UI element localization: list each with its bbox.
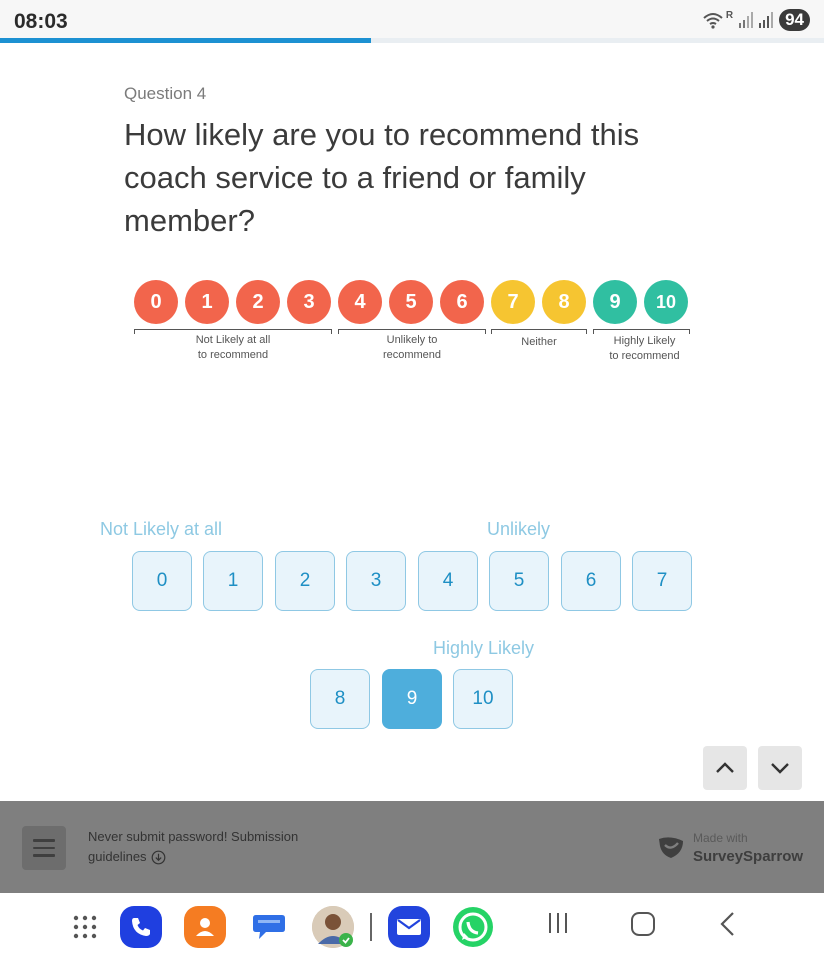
android-navigation-bar [0, 893, 824, 960]
wifi-icon [703, 13, 723, 29]
guidelines-line-2: guidelines [88, 849, 147, 864]
made-with-label: Made with [693, 831, 748, 845]
nps-group-label-not-likely: Not Likely at all to recommend [195, 334, 271, 361]
rating-option-7[interactable]: 7 [632, 551, 692, 611]
next-question-button[interactable] [758, 746, 802, 790]
scale-label-not-likely: Not Likely at all [100, 519, 223, 539]
nps-circle-10: 10 [644, 280, 688, 324]
rating-option-8[interactable]: 8 [310, 669, 370, 729]
guidelines-line-1: Never submit password! Submission [88, 829, 299, 844]
recents-icon [549, 913, 567, 933]
rating-option-0[interactable]: 0 [132, 551, 192, 611]
rating-option-4[interactable]: 4 [418, 551, 478, 611]
survey-footer: Never submit password! Submission guidel… [0, 801, 824, 893]
surveysparrow-logo-icon [659, 837, 683, 858]
nps-circle-8: 8 [542, 280, 586, 324]
scale-label-highly-likely: Highly Likely [433, 638, 535, 658]
dock-divider [370, 913, 372, 941]
signal-r-label: R [725, 9, 734, 21]
contacts-app-button[interactable] [184, 906, 226, 948]
email-icon [397, 919, 421, 935]
apps-grid-icon [73, 915, 97, 939]
nps-group-label-neither: Neither [521, 336, 557, 348]
home-icon [631, 912, 655, 936]
home-button[interactable] [630, 911, 656, 942]
signal-icon-2 [759, 12, 774, 28]
rating-option-1[interactable]: 1 [203, 551, 263, 611]
contact-avatar-button[interactable] [312, 906, 354, 948]
previous-question-button[interactable] [703, 746, 747, 790]
nps-bracket-neither [491, 329, 587, 334]
nps-scale-illustration: 0 1 2 3 4 5 6 7 8 9 10 Not Likely at all… [130, 278, 696, 370]
menu-button[interactable] [22, 826, 66, 870]
survey-progress-bar [0, 38, 824, 43]
rating-option-5[interactable]: 5 [489, 551, 549, 611]
nps-circle-0: 0 [134, 280, 178, 324]
nps-circle-5: 5 [389, 280, 433, 324]
recents-button[interactable] [546, 911, 570, 940]
submission-guidelines-note[interactable]: Never submit password! Submission guidel… [88, 827, 318, 867]
status-icons: R 94 [702, 9, 810, 31]
hamburger-icon [33, 839, 55, 842]
nps-circle-2: 2 [236, 280, 280, 324]
apps-grid-button[interactable] [64, 906, 106, 948]
clock: 08:03 [14, 10, 68, 33]
contact-avatar [312, 906, 354, 948]
rating-option-3[interactable]: 3 [346, 551, 406, 611]
chevron-down-icon [771, 763, 789, 774]
nps-circle-3: 3 [287, 280, 331, 324]
nps-circle-9: 9 [593, 280, 637, 324]
whatsapp-app-button[interactable] [452, 906, 494, 948]
contacts-icon [196, 918, 214, 936]
chevron-up-icon [716, 762, 734, 773]
back-button[interactable] [718, 911, 738, 942]
messages-app-button[interactable] [248, 906, 290, 948]
rating-option-2[interactable]: 2 [275, 551, 335, 611]
phone-app-button[interactable] [120, 906, 162, 948]
nps-circle-7: 7 [491, 280, 535, 324]
rating-option-6[interactable]: 6 [561, 551, 621, 611]
back-icon [720, 912, 734, 936]
email-app-button[interactable] [388, 906, 430, 948]
scale-label-unlikely: Unlikely [487, 519, 551, 539]
nps-circle-6: 6 [440, 280, 484, 324]
signal-icon-1 [739, 12, 754, 28]
nps-group-label-highly-likely: Highly Likely to recommend [609, 335, 680, 362]
surveysparrow-brand[interactable]: Made with SurveySparrow [656, 831, 803, 866]
status-bar: 08:03 R 94 [0, 0, 824, 38]
nps-circle-4: 4 [338, 280, 382, 324]
question-number: Question 4 [124, 84, 207, 103]
question-title: How likely are you to recommend this coa… [124, 117, 640, 238]
nps-group-label-unlikely: Unlikely to recommend [382, 334, 442, 361]
rating-option-10[interactable]: 10 [453, 669, 513, 729]
phone-icon [132, 918, 150, 936]
download-icon [151, 850, 165, 865]
nps-circle-1: 1 [185, 280, 229, 324]
whatsapp-icon [453, 907, 493, 947]
messages-icon [253, 915, 285, 939]
brand-name: SurveySparrow [693, 848, 804, 865]
battery-badge: 94 [779, 9, 810, 31]
rating-option-9[interactable]: 9 [382, 669, 442, 729]
survey-progress-fill [0, 38, 371, 43]
